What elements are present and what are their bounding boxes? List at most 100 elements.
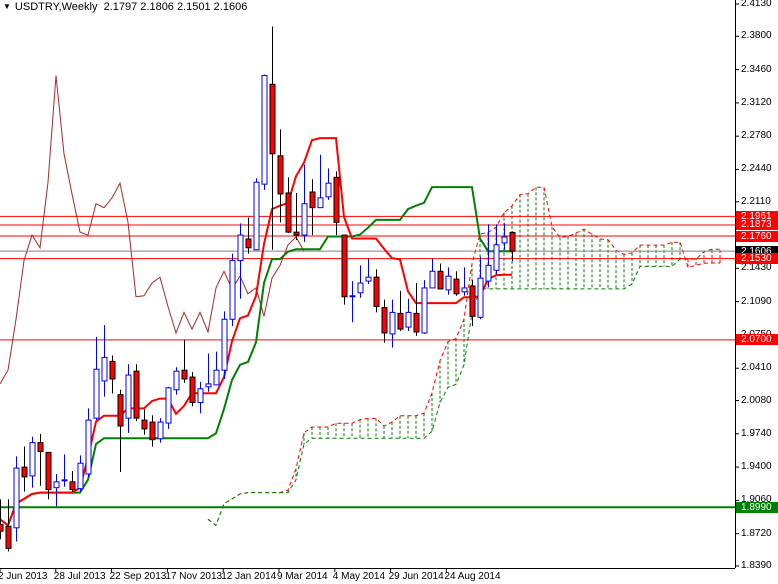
candle bbox=[389, 299, 396, 348]
price-tick-label: 2.3120 bbox=[741, 96, 772, 108]
candle bbox=[125, 364, 132, 433]
symbol-timeframe: USDTRY,Weekly bbox=[14, 1, 98, 13]
time-tick-label: 9 Mar 2014 bbox=[277, 571, 328, 582]
candle-body bbox=[125, 374, 132, 419]
candle bbox=[173, 367, 180, 395]
plot-area bbox=[0, 26, 735, 552]
price-tick-label: 2.4130 bbox=[741, 0, 772, 9]
candle bbox=[133, 364, 140, 422]
candle bbox=[141, 409, 148, 435]
candle-body bbox=[157, 421, 164, 440]
candle bbox=[317, 154, 324, 209]
candle bbox=[365, 258, 372, 285]
candle bbox=[493, 224, 500, 275]
candle-body bbox=[421, 287, 428, 334]
candle bbox=[93, 336, 100, 421]
candle-body bbox=[101, 356, 108, 382]
candle bbox=[117, 389, 124, 473]
price-tick-label: 2.2110 bbox=[741, 195, 771, 207]
candle-body bbox=[461, 287, 468, 293]
candle-body bbox=[205, 383, 212, 388]
candle-body bbox=[293, 231, 300, 236]
price-tick-label: 2.0410 bbox=[741, 362, 772, 374]
candle bbox=[37, 433, 44, 486]
candle bbox=[53, 473, 60, 507]
candle-body bbox=[69, 481, 76, 491]
candle-body bbox=[285, 192, 292, 233]
candle-body bbox=[229, 260, 236, 320]
candle bbox=[501, 223, 508, 250]
candle bbox=[397, 290, 404, 332]
candle bbox=[101, 325, 108, 397]
time-tick-label: 28 Jul 2013 bbox=[53, 571, 106, 582]
dropdown-arrow-icon[interactable]: ▼ bbox=[3, 2, 11, 11]
candle-body bbox=[469, 285, 476, 317]
candle-body bbox=[269, 83, 276, 155]
candle bbox=[461, 267, 468, 296]
candle bbox=[85, 408, 92, 477]
candle-body bbox=[405, 311, 412, 328]
candle-body bbox=[365, 276, 372, 282]
candle-body bbox=[133, 370, 140, 419]
candle bbox=[421, 280, 428, 334]
candle-body bbox=[445, 275, 452, 291]
time-tick-label: 24 Aug 2014 bbox=[444, 571, 501, 582]
candle-body bbox=[0, 523, 4, 532]
candle-body bbox=[397, 312, 404, 330]
candle-body bbox=[5, 525, 12, 549]
candle-body bbox=[357, 282, 364, 294]
candle-body bbox=[181, 369, 188, 380]
candle-body bbox=[141, 419, 148, 430]
candle-body bbox=[85, 419, 92, 475]
time-tick-label: 4 May 2014 bbox=[332, 571, 386, 582]
candle bbox=[197, 381, 204, 414]
candle bbox=[205, 353, 212, 392]
price-tick-label: 2.1090 bbox=[741, 295, 772, 307]
candle bbox=[437, 263, 444, 290]
candle bbox=[285, 177, 292, 234]
candle-body bbox=[93, 368, 100, 419]
price-tick-label: 2.2780 bbox=[741, 130, 772, 142]
candle bbox=[373, 269, 380, 313]
candle-body bbox=[237, 234, 244, 262]
time-tick-label: 22 Sep 2013 bbox=[109, 571, 167, 582]
candle bbox=[109, 355, 116, 394]
candle-body bbox=[277, 155, 284, 195]
time-tick-label: 12 Jan 2014 bbox=[221, 571, 277, 582]
candle-body bbox=[221, 318, 228, 371]
candle bbox=[181, 339, 188, 383]
candle bbox=[341, 234, 348, 305]
candle-body bbox=[309, 191, 316, 209]
candle-body bbox=[149, 421, 156, 441]
candle-body bbox=[389, 311, 396, 335]
candle bbox=[229, 253, 236, 327]
candle bbox=[333, 171, 340, 236]
candle bbox=[237, 223, 244, 299]
time-tick-label: 17 Nov 2013 bbox=[165, 571, 223, 582]
candle bbox=[149, 415, 156, 447]
candle-body bbox=[477, 277, 484, 318]
candle-body bbox=[325, 182, 332, 198]
candle-body bbox=[173, 370, 180, 391]
price-tick-label: 2.0080 bbox=[741, 394, 772, 406]
candle bbox=[357, 265, 364, 298]
candle-body bbox=[13, 467, 20, 529]
candle bbox=[429, 258, 436, 289]
price-tick-label: 1.9400 bbox=[741, 461, 772, 473]
price-tick-label: 1.9740 bbox=[741, 427, 772, 439]
price-tick-label: 2.3460 bbox=[741, 63, 772, 75]
candle-body bbox=[349, 295, 356, 298]
candle-body bbox=[509, 231, 516, 252]
candle-body bbox=[453, 278, 460, 295]
candle-body bbox=[53, 481, 60, 489]
candle-body bbox=[189, 376, 196, 403]
candle-body bbox=[333, 176, 340, 223]
candle bbox=[77, 455, 84, 492]
candle bbox=[61, 454, 68, 487]
price-line-label: 1.8990 bbox=[736, 501, 778, 513]
candle bbox=[485, 224, 492, 287]
candle bbox=[477, 256, 484, 320]
price-chart[interactable] bbox=[0, 0, 778, 584]
candle-body bbox=[301, 203, 308, 236]
candle-body bbox=[429, 270, 436, 289]
